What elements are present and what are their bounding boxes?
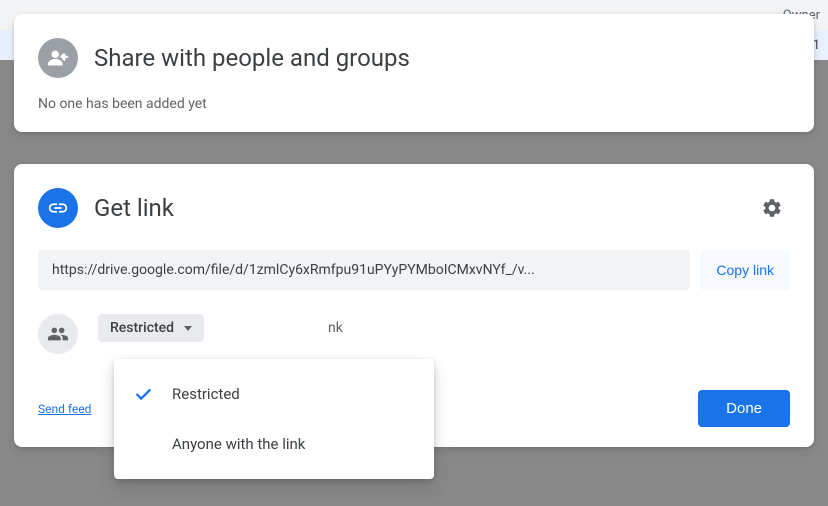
share-empty-message: No one has been added yet [38,96,790,112]
link-icon-circle [38,188,78,228]
gear-icon [761,197,783,219]
send-feedback-link[interactable]: Send feed [38,402,91,416]
people-icon-circle [38,314,78,354]
chevron-down-icon [184,326,192,331]
person-add-icon [47,47,69,69]
link-icon [47,197,69,219]
check-placeholder [132,433,154,455]
share-people-card: Share with people and groups No one has … [14,14,814,132]
access-dropdown-container: Restricted nk [98,314,343,330]
link-card-header: Get link [38,188,790,228]
link-url-row: https://drive.google.com/file/d/1zmlCy6x… [38,250,790,290]
person-add-icon-circle [38,38,78,78]
dropdown-option-label: Anyone with the link [172,435,305,453]
access-dropdown-menu: Restricted Anyone with the link [114,359,434,479]
check-icon [132,383,154,405]
dropdown-option-label: Restricted [172,385,240,403]
link-url-box[interactable]: https://drive.google.com/file/d/1zmlCy6x… [38,250,690,290]
copy-link-button[interactable]: Copy link [700,250,790,290]
done-button[interactable]: Done [698,390,790,427]
access-selected-label: Restricted [110,320,174,336]
link-settings-button[interactable] [754,190,790,226]
link-card-title: Get link [94,194,174,222]
dropdown-option-anyone[interactable]: Anyone with the link [114,419,434,469]
dropdown-option-restricted[interactable]: Restricted [114,369,434,419]
people-icon [47,323,69,345]
share-card-title: Share with people and groups [94,44,410,72]
share-card-header[interactable]: Share with people and groups [38,38,790,78]
access-row: Restricted nk [38,314,790,354]
access-dropdown-chip[interactable]: Restricted [98,314,204,342]
